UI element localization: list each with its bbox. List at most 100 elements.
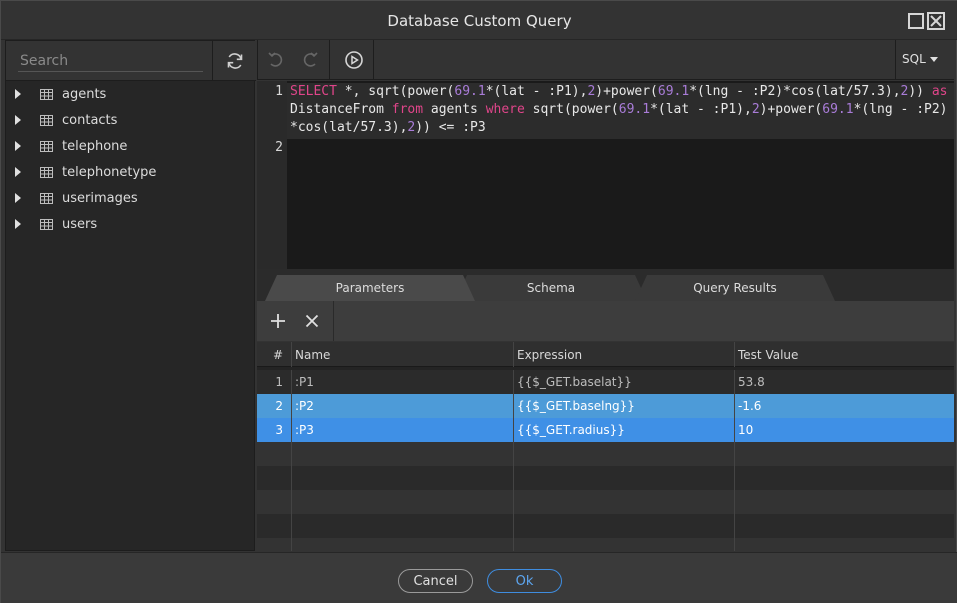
tab-query-results[interactable]: Query Results: [635, 275, 835, 301]
maximize-button[interactable]: [908, 13, 924, 29]
table-row[interactable]: 2 :P2 {{$_GET.baselng}} -1.6: [257, 394, 954, 418]
table-name: userimages: [62, 190, 138, 206]
parameters-table: # Name Expression Test Value 1 :P1 {{$_G…: [257, 342, 954, 551]
code-token: )+power(: [759, 102, 823, 117]
param-test-value-cell[interactable]: 53.8: [735, 370, 954, 394]
param-name-cell[interactable]: :P3: [292, 418, 514, 442]
redo-button[interactable]: [293, 40, 327, 80]
tree-item-users[interactable]: users: [6, 211, 256, 237]
empty-row: [257, 538, 954, 551]
ok-button[interactable]: Ok: [487, 569, 562, 593]
code-token: as: [931, 84, 948, 99]
empty-row: [257, 442, 954, 466]
tree-item-telephone[interactable]: telephone: [6, 133, 256, 159]
code-token: )): [908, 84, 932, 99]
table-row[interactable]: 3 :P3 {{$_GET.radius}} 10: [257, 418, 954, 442]
code-token: 69.1: [822, 102, 854, 117]
custom-query-dialog: Database Custom Query agents contacts tele…: [0, 0, 957, 603]
add-parameter-button[interactable]: [263, 301, 293, 341]
param-test-value-cell[interactable]: -1.6: [735, 394, 954, 418]
code-token: from: [391, 102, 424, 117]
undo-button[interactable]: [259, 40, 293, 80]
code-token: 69.1: [454, 84, 486, 99]
divider: [329, 40, 330, 80]
tab-schema[interactable]: Schema: [455, 275, 647, 301]
param-test-value-cell[interactable]: 10: [735, 418, 954, 442]
code-token: 2: [751, 102, 760, 117]
line-number-gutter: 1 2: [257, 81, 287, 269]
table-icon: [40, 140, 53, 152]
row-index: 2: [257, 394, 292, 418]
param-expression-cell[interactable]: {{$_GET.radius}}: [514, 418, 735, 442]
divider: [257, 40, 258, 80]
code-token: *, sqrt(power(: [336, 84, 455, 99]
chevron-down-icon: [929, 57, 938, 62]
title-bar: Database Custom Query: [1, 1, 957, 40]
empty-row: [257, 466, 954, 490]
table-row[interactable]: 1 :P1 {{$_GET.baselat}} 53.8: [257, 370, 954, 394]
column-header-index[interactable]: #: [257, 342, 292, 367]
code-token: agents: [423, 102, 486, 117]
plus-icon: [271, 314, 285, 328]
param-name-cell[interactable]: :P2: [292, 394, 514, 418]
code-token: *(lng - :P2)*cos(lat/57.3),: [689, 84, 901, 99]
table-icon: [40, 218, 53, 230]
table-name: telephone: [62, 138, 128, 154]
divider: [373, 40, 374, 80]
row-index: 3: [257, 418, 292, 442]
table-icon: [40, 166, 53, 178]
expand-arrow-icon[interactable]: [15, 193, 21, 203]
column-header-test-value[interactable]: Test Value: [735, 342, 954, 367]
dialog-footer: Cancel Ok: [1, 552, 957, 603]
refresh-button[interactable]: [212, 41, 256, 81]
tree-item-contacts[interactable]: contacts: [6, 107, 256, 133]
code-token: 69.1: [657, 84, 690, 99]
code-token: )) <= :P3: [415, 120, 486, 135]
empty-row: [257, 490, 954, 514]
table-name: telephonetype: [62, 164, 157, 180]
param-expression-cell[interactable]: {{$_GET.baselat}}: [514, 370, 735, 394]
tree-item-telephonetype[interactable]: telephonetype: [6, 159, 256, 185]
code-token: sqrt(power(: [524, 102, 619, 117]
parameters-toolbar: [257, 301, 954, 341]
close-icon: [305, 314, 319, 328]
cancel-button[interactable]: Cancel: [398, 569, 473, 593]
search-bar: [6, 41, 256, 81]
code-token: *(lat - :P1),: [650, 102, 752, 117]
expand-arrow-icon[interactable]: [15, 219, 21, 229]
expand-arrow-icon[interactable]: [15, 141, 21, 151]
table-header: # Name Expression Test Value: [257, 342, 954, 367]
sql-editor[interactable]: 1 2 SELECT *, sqrt(power(69.1*(lat - :P1…: [257, 81, 954, 269]
column-header-expression[interactable]: Expression: [514, 342, 735, 367]
tab-parameters[interactable]: Parameters: [265, 275, 475, 301]
code-line[interactable]: SELECT *, sqrt(power(69.1*(lat - :P1),2)…: [290, 83, 950, 137]
code-token: where: [485, 102, 525, 117]
bottom-tabs: Schema Query Results Parameters: [257, 269, 954, 301]
expand-arrow-icon[interactable]: [15, 167, 21, 177]
tab-label: Schema: [526, 281, 576, 295]
close-icon: [930, 15, 942, 27]
param-name-cell[interactable]: :P1: [292, 370, 514, 394]
run-query-button[interactable]: [337, 40, 371, 80]
remove-parameter-button[interactable]: [297, 301, 327, 341]
table-icon: [40, 114, 53, 126]
refresh-icon: [227, 53, 242, 69]
language-select[interactable]: SQL: [902, 52, 938, 66]
expand-arrow-icon[interactable]: [15, 89, 21, 99]
column-header-name[interactable]: Name: [292, 342, 514, 367]
tree-item-agents[interactable]: agents: [6, 81, 256, 107]
search-input[interactable]: [18, 50, 203, 72]
expand-arrow-icon[interactable]: [15, 115, 21, 125]
play-icon: [345, 51, 363, 69]
dialog-title: Database Custom Query: [387, 12, 572, 30]
table-name: contacts: [62, 112, 118, 128]
tables-panel: agents contacts telephone telephonetype user…: [5, 40, 256, 551]
table-icon: [40, 88, 53, 100]
tree-item-userimages[interactable]: userimages: [6, 185, 256, 211]
language-label: SQL: [902, 52, 926, 66]
param-expression-cell[interactable]: {{$_GET.baselng}}: [514, 394, 735, 418]
table-name: users: [62, 216, 98, 232]
close-button[interactable]: [927, 12, 945, 30]
undo-icon: [268, 52, 283, 67]
divider: [895, 40, 896, 80]
